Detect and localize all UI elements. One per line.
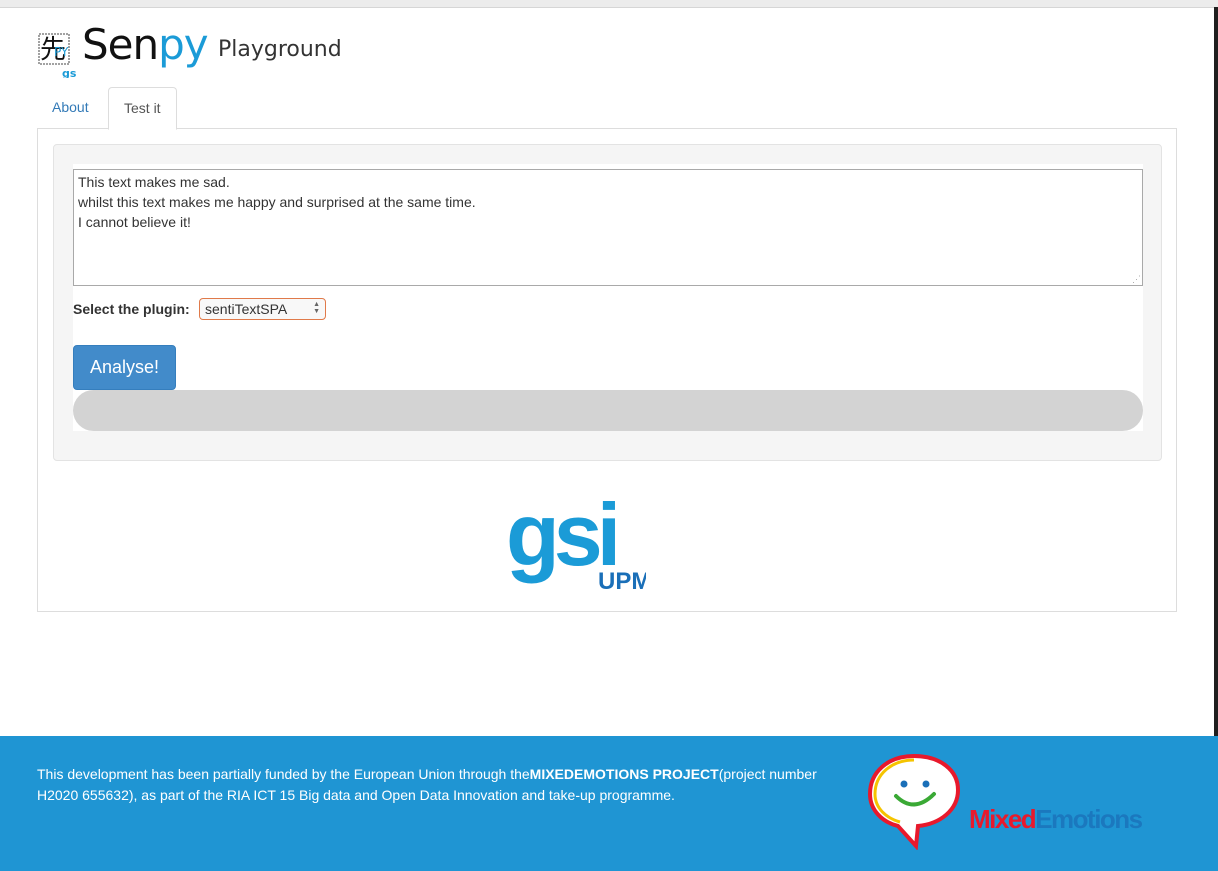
footer-text: This development has been partially fund… <box>37 764 847 806</box>
form-container: This text makes me sad. whilst this text… <box>73 164 1143 431</box>
mixedemotions-logo-text: MixedEmotions <box>969 804 1143 835</box>
plugin-label: Select the plugin: <box>73 301 190 317</box>
browser-top-bar <box>0 0 1218 8</box>
page-header: 先 PY gsi Senpy Playground <box>36 20 456 80</box>
gsi-upm-logo: gsi UPM <box>506 483 668 601</box>
text-line: whilst this text makes me happy and surp… <box>78 194 476 210</box>
text-line: This text makes me sad. <box>78 174 230 190</box>
upm-logo-text: UPM <box>598 568 646 595</box>
footer-project-name: MIXEDEMOTIONS PROJECT <box>529 766 719 782</box>
brand-title: Senpy <box>82 20 209 69</box>
select-arrows-icon: ▲ ▼ <box>313 301 320 315</box>
brand-sen: Sen <box>82 20 159 69</box>
tab-bar: About Test it <box>37 87 1177 130</box>
text-line: I cannot believe it! <box>78 214 191 230</box>
senpy-logo-icon: 先 PY gsi <box>36 28 80 80</box>
svg-text:PY: PY <box>54 45 69 59</box>
progress-bar <box>73 390 1143 431</box>
form-well: This text makes me sad. whilst this text… <box>53 144 1162 461</box>
tab-about[interactable]: About <box>37 87 104 128</box>
brand-subtitle: Playground <box>218 37 342 62</box>
footer: This development has been partially fund… <box>0 736 1218 871</box>
resize-handle-icon[interactable]: ⋰ <box>1132 275 1141 284</box>
logo-mixed: Mixed <box>969 804 1037 834</box>
text-input[interactable]: This text makes me sad. whilst this text… <box>73 169 1143 286</box>
footer-text-before: This development has been partially fund… <box>37 766 530 782</box>
mixedemotions-logo-icon <box>866 750 976 851</box>
plugin-select-value: sentiTextSPA <box>205 301 288 317</box>
analyse-button[interactable]: Analyse! <box>73 345 176 390</box>
scrollbar[interactable] <box>1214 7 1218 736</box>
plugin-select[interactable]: sentiTextSPA ▲ ▼ <box>199 298 326 320</box>
brand-py: py <box>158 20 209 69</box>
logo-emotions: Emotions <box>1035 804 1143 834</box>
svg-text:gsi: gsi <box>62 67 76 78</box>
tab-test-it[interactable]: Test it <box>108 87 177 130</box>
